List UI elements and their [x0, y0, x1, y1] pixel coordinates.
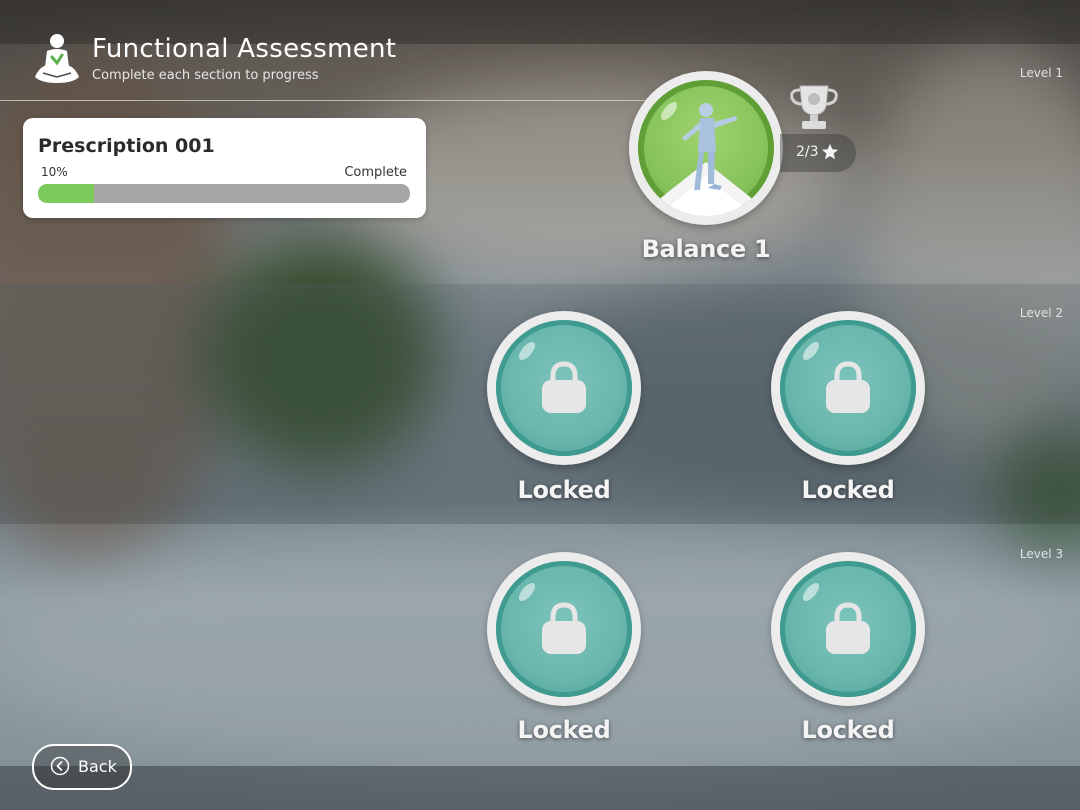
locked-node[interactable]	[771, 311, 925, 465]
progress-status: Complete	[344, 165, 407, 180]
progress-bar	[38, 184, 410, 203]
back-label: Back	[78, 757, 117, 776]
trophy-icon	[790, 85, 838, 129]
stars-count: 2/3	[796, 144, 819, 160]
balance-1-label: Balance 1	[641, 235, 771, 263]
level-1-label: Level 1	[1019, 66, 1063, 80]
lock-icon	[542, 361, 586, 413]
locked-label: Locked	[801, 476, 895, 504]
star-icon	[821, 143, 839, 160]
prescription-title: Prescription 001	[38, 135, 215, 157]
meditation-figure-icon	[35, 34, 79, 83]
level-3-label: Level 3	[1019, 547, 1063, 561]
locked-label: Locked	[517, 716, 611, 744]
progress-percent: 10%	[41, 165, 68, 179]
bottom-strip	[0, 766, 1080, 810]
locked-node[interactable]	[487, 311, 641, 465]
balance-1-node[interactable]	[629, 71, 783, 225]
prescription-card: Prescription 001 10% Complete	[23, 118, 426, 218]
level-2-label: Level 2	[1019, 306, 1063, 320]
back-button[interactable]: Back	[32, 744, 132, 790]
locked-label: Locked	[801, 716, 895, 744]
progress-bar-fill	[38, 184, 94, 203]
page-title: Functional Assessment	[92, 34, 397, 64]
chevron-left-circle-icon	[50, 756, 70, 776]
balance-figure-icon	[638, 103, 774, 216]
lock-icon	[542, 602, 586, 654]
balance-1-thumbnail	[638, 80, 774, 216]
locked-node[interactable]	[771, 552, 925, 706]
locked-node[interactable]	[487, 552, 641, 706]
locked-label: Locked	[517, 476, 611, 504]
page-subtitle: Complete each section to progress	[92, 68, 319, 83]
lock-icon	[826, 602, 870, 654]
header-divider	[0, 100, 660, 101]
stars-badge: 2/3	[780, 134, 856, 172]
lock-icon	[826, 361, 870, 413]
